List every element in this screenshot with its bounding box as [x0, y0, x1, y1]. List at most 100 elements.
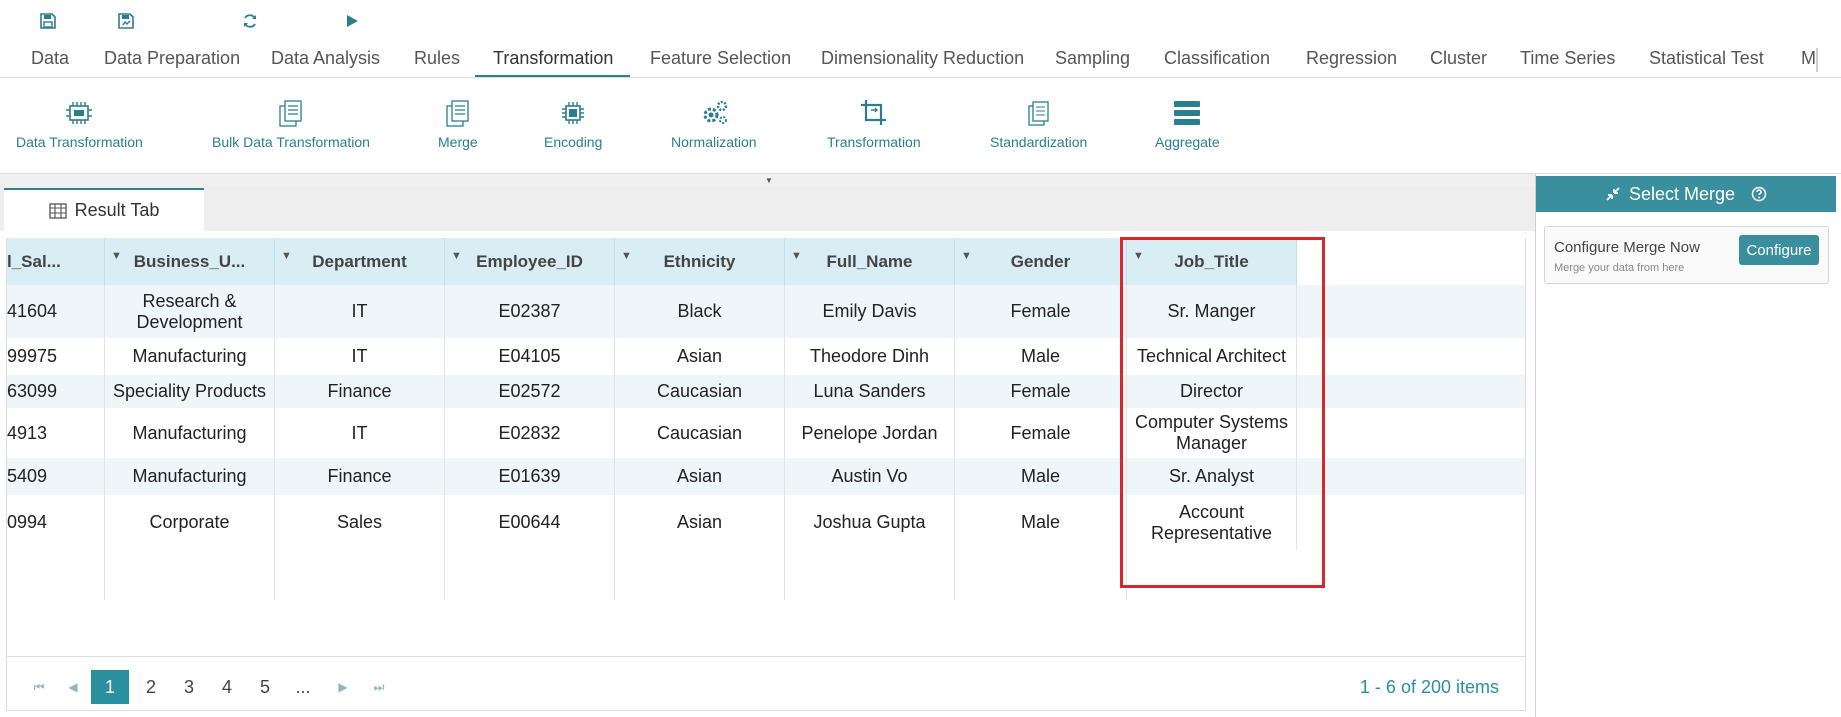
- ribbon-label: Aggregate: [1155, 134, 1220, 150]
- column-header-label: Ethnicity: [663, 251, 736, 271]
- menu-classification[interactable]: Classification: [1164, 48, 1270, 69]
- column-header[interactable]: ▼ Gender: [955, 238, 1127, 285]
- page-ellipsis[interactable]: ...: [293, 670, 313, 704]
- page-button[interactable]: 4: [217, 670, 237, 704]
- column-header[interactable]: ▼ Employee_ID: [445, 238, 615, 285]
- run-icon[interactable]: [341, 10, 363, 32]
- top-toolbar: [0, 0, 1841, 40]
- page-button[interactable]: 2: [141, 670, 161, 704]
- filter-icon[interactable]: ▼: [791, 250, 802, 262]
- data-transformation-icon: [66, 102, 93, 124]
- table-cell: Asian: [615, 338, 785, 375]
- table-cell: IT: [275, 408, 445, 458]
- save-as-icon[interactable]: [115, 10, 137, 32]
- table-grid-icon: [48, 202, 67, 219]
- column-divider: [104, 550, 105, 600]
- menu-data[interactable]: Data: [31, 48, 69, 69]
- last-page-icon[interactable]: ⏭: [369, 670, 389, 704]
- ribbon-toolbar: Data Transformation Bulk Data Transforma…: [0, 78, 1841, 174]
- gears-icon: [703, 100, 728, 124]
- column-divider: [614, 550, 615, 600]
- help-icon[interactable]: [1751, 186, 1767, 202]
- table-cell: Research & Development: [105, 285, 275, 338]
- menu-regression[interactable]: Regression: [1306, 48, 1397, 69]
- column-header[interactable]: ▼ Department: [275, 238, 445, 285]
- table-cell: Female: [955, 285, 1127, 338]
- table-cell: E00644: [445, 495, 615, 550]
- ribbon-label: Normalization: [671, 134, 757, 150]
- column-header-label: l_Sal...: [7, 251, 61, 271]
- menu-time-series[interactable]: Time Series: [1520, 48, 1615, 69]
- menu-data-analysis[interactable]: Data Analysis: [271, 48, 380, 69]
- table-cell: Joshua Gupta: [785, 495, 955, 550]
- menu-feature-selection[interactable]: Feature Selection: [650, 48, 791, 69]
- tab-result[interactable]: Result Tab: [4, 188, 204, 231]
- page-button-current[interactable]: 1: [91, 670, 129, 704]
- chip-icon: [562, 102, 585, 124]
- menu-more[interactable]: M: [1801, 48, 1816, 69]
- page-button[interactable]: 5: [255, 670, 275, 704]
- column-header-label: Full_Name: [826, 251, 913, 271]
- column-header[interactable]: l_Sal...: [7, 238, 105, 285]
- ribbon-transformation[interactable]: Transformation: [827, 98, 921, 150]
- menu-data-preparation[interactable]: Data Preparation: [104, 48, 240, 69]
- save-icon[interactable]: [37, 10, 59, 32]
- ribbon-data-transformation[interactable]: Data Transformation: [16, 98, 143, 150]
- filter-icon[interactable]: ▼: [451, 250, 462, 262]
- menu-rules[interactable]: Rules: [414, 48, 460, 69]
- prev-page-icon[interactable]: ◀: [63, 670, 83, 704]
- menu-scroll-divider: [1816, 48, 1818, 72]
- result-tab-label: Result Tab: [74, 200, 160, 220]
- right-panel: Select Merge Configure Merge Now Merge y…: [1535, 174, 1841, 717]
- column-header[interactable]: ▼ Business_U...: [105, 238, 275, 285]
- filter-icon[interactable]: ▼: [621, 250, 632, 262]
- table-cell: Black: [615, 285, 785, 338]
- column-header[interactable]: ▼ Full_Name: [785, 238, 955, 285]
- ribbon-aggregate[interactable]: Aggregate: [1155, 98, 1220, 150]
- filter-icon[interactable]: ▼: [111, 250, 122, 262]
- column-divider: [274, 550, 275, 600]
- grid-pager: ⏮ ◀ 1 2 3 4 5 ... ▶ ⏭ 1 - 6 of 200 items: [6, 656, 1526, 711]
- table-cell: Manufacturing: [105, 458, 275, 495]
- ribbon-encoding[interactable]: Encoding: [544, 98, 602, 150]
- table-cell: Manufacturing: [105, 338, 275, 375]
- bulk-documents-icon: [279, 100, 302, 127]
- menu-dimensionality-reduction[interactable]: Dimensionality Reduction: [821, 48, 1024, 69]
- table-cell: Luna Sanders: [785, 375, 955, 408]
- ribbon-label: Data Transformation: [16, 134, 143, 150]
- pager-info: 1 - 6 of 200 items: [1359, 677, 1499, 697]
- menu-statistical-test[interactable]: Statistical Test: [1649, 48, 1764, 69]
- filter-icon[interactable]: ▼: [961, 250, 972, 262]
- filter-icon[interactable]: ▼: [281, 250, 292, 262]
- select-merge-header: Select Merge: [1536, 176, 1836, 212]
- table-cell: Asian: [615, 458, 785, 495]
- collapse-caret-icon[interactable]: ▼: [765, 176, 773, 185]
- ribbon-merge[interactable]: Merge: [438, 98, 478, 150]
- table-cell: 0994: [7, 495, 105, 550]
- panel-splitter[interactable]: ▼: [0, 174, 1535, 186]
- table-cell: Male: [955, 338, 1127, 375]
- refresh-icon[interactable]: [239, 10, 261, 32]
- configure-button[interactable]: Configure: [1739, 235, 1819, 265]
- table-cell: E02572: [445, 375, 615, 408]
- table-cell: Female: [955, 375, 1127, 408]
- ribbon-standardization[interactable]: Standardization: [990, 98, 1087, 150]
- table-cell: E02387: [445, 285, 615, 338]
- table-cell: Caucasian: [615, 408, 785, 458]
- collapse-arrows-icon[interactable]: [1605, 186, 1621, 202]
- gender-column-highlight: [1120, 237, 1325, 588]
- table-cell: Female: [955, 408, 1127, 458]
- table-cell: IT: [275, 338, 445, 375]
- ribbon-bulk-data-transformation[interactable]: Bulk Data Transformation: [212, 98, 370, 150]
- first-page-icon[interactable]: ⏮: [29, 670, 49, 704]
- column-header[interactable]: ▼ Ethnicity: [615, 238, 785, 285]
- ribbon-label: Transformation: [827, 134, 921, 150]
- configure-merge-subtitle: Merge your data from here: [1554, 262, 1685, 274]
- menu-cluster[interactable]: Cluster: [1430, 48, 1487, 69]
- table-cell: Emily Davis: [785, 285, 955, 338]
- ribbon-normalization[interactable]: Normalization: [671, 98, 757, 150]
- page-button[interactable]: 3: [179, 670, 199, 704]
- menu-transformation[interactable]: Transformation: [493, 48, 613, 69]
- menu-sampling[interactable]: Sampling: [1055, 48, 1130, 69]
- next-page-icon[interactable]: ▶: [333, 670, 353, 704]
